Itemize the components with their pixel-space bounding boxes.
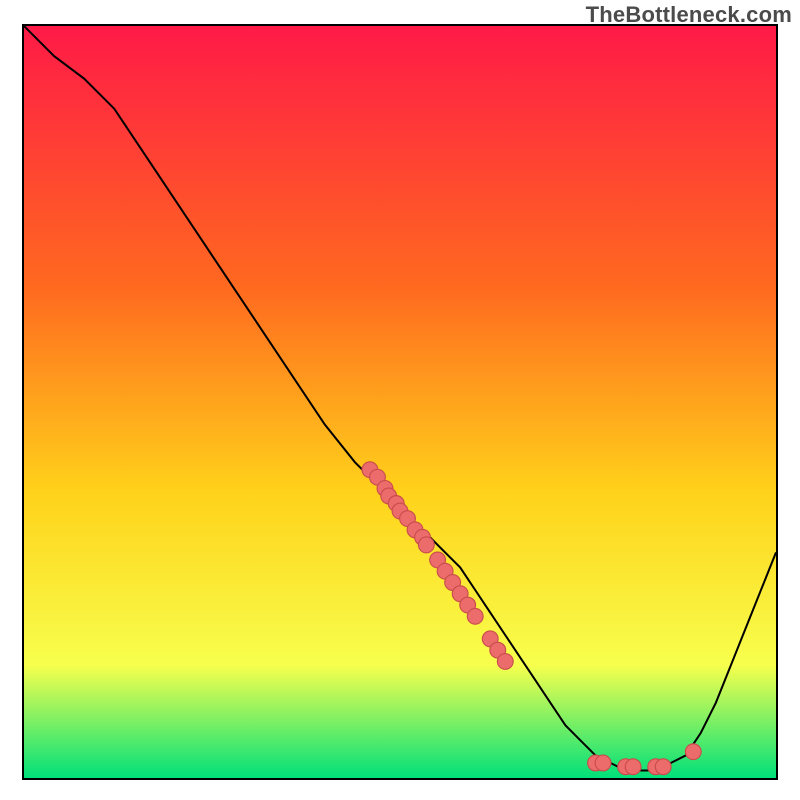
data-dot	[625, 759, 641, 775]
chart-svg	[24, 26, 776, 778]
gradient-background	[24, 26, 776, 778]
data-dot	[497, 654, 513, 670]
plot-area	[22, 24, 778, 780]
data-dot	[467, 608, 483, 624]
data-dot	[685, 744, 701, 760]
data-dot	[655, 759, 671, 775]
chart-stage: TheBottleneck.com	[0, 0, 800, 800]
data-dot	[595, 755, 611, 771]
data-dot	[418, 537, 434, 553]
